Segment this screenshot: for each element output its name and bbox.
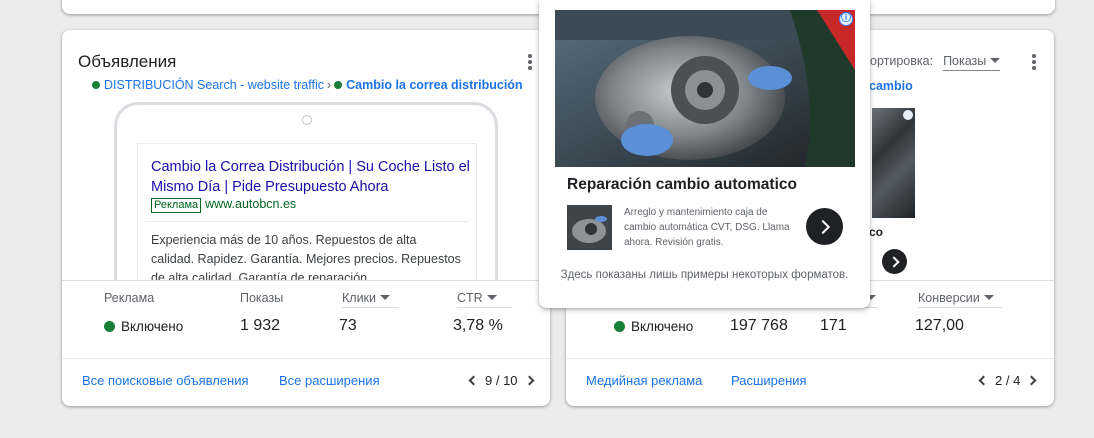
extensions-link[interactable]: Расширения	[731, 373, 807, 388]
breadcrumb-ad-group[interactable]: cambio	[869, 79, 913, 93]
conversions-value: 127,00	[915, 317, 964, 334]
status-value: Включено	[614, 319, 693, 334]
stat-header-conversions: Конверсии	[918, 291, 980, 305]
ads-card: Объявления DISTRIBUCIÓN Search - website…	[62, 30, 550, 406]
ad-hero-image: ⓘ	[555, 10, 855, 167]
prev-page-icon[interactable]	[468, 375, 479, 386]
sort-select[interactable]: Показы	[943, 54, 1001, 71]
status-dot-icon	[334, 81, 343, 89]
stat-header-clicks: Клики	[342, 291, 377, 305]
stat-header-clicks-select[interactable]: Клики	[342, 291, 398, 308]
dropdown-caret-icon	[990, 58, 1001, 63]
more-options-icon[interactable]	[1030, 54, 1038, 72]
info-icon[interactable]	[903, 110, 913, 120]
ad-url-row: Реклама www.autobcn.es	[151, 197, 296, 213]
status-label: Включено	[631, 319, 694, 334]
dropdown-caret-icon	[380, 295, 391, 300]
status-dot-icon	[92, 81, 100, 89]
status-dot-icon	[104, 321, 115, 332]
next-arrow-button[interactable]	[806, 208, 843, 245]
stat-header-impressions: Показы	[240, 291, 284, 305]
impressions-value: 197 768	[730, 317, 788, 334]
breadcrumb-separator: ›	[326, 78, 332, 92]
next-page-icon[interactable]	[524, 375, 534, 386]
breadcrumb-ad-group[interactable]: Cambio la correa distribución	[346, 78, 522, 92]
next-arrow-button[interactable]	[882, 249, 907, 274]
ad-preview-popup: ⓘ Reparación cambio automatico Arreglo y…	[539, 0, 870, 308]
all-search-ads-link[interactable]: Все поисковые объявления	[82, 373, 249, 388]
popup-note: Здесь показаны лишь примеры некоторых фо…	[560, 269, 849, 281]
card-footer: Медийная реклама Расширения 2 / 4	[566, 358, 1054, 406]
ad-headline[interactable]: Cambio la Correa Distribución | Su Coche…	[151, 157, 471, 197]
more-options-icon[interactable]	[526, 54, 534, 72]
stat-header-ad: Реклама	[104, 291, 155, 305]
display-ads-link[interactable]: Медийная реклама	[586, 373, 702, 388]
popup-ad-title[interactable]: Reparación cambio automatico	[567, 176, 797, 194]
card-title: Объявления	[78, 52, 177, 71]
status-dot-icon	[614, 321, 625, 332]
sort-control: ортировка: Показы	[870, 54, 1001, 71]
card-footer: Все поисковые объявления Все расширения …	[62, 358, 550, 406]
pager: 9 / 10	[468, 373, 534, 388]
status-value: Включено	[104, 319, 183, 334]
clicks-value: 171	[820, 317, 847, 334]
status-label: Включено	[121, 319, 184, 334]
ad-stats: Реклама Показы Клики CTR Включено 1 932 …	[62, 280, 550, 358]
sort-label: ортировка:	[870, 54, 934, 68]
ad-badge: Реклама	[151, 198, 202, 213]
breadcrumb: DISTRIBUCIÓN Search - website traffic › Ca…	[92, 78, 523, 92]
sort-value: Показы	[943, 54, 987, 68]
stat-header-ctr-select[interactable]: CTR	[457, 291, 512, 308]
prev-page-icon[interactable]	[978, 375, 989, 386]
breadcrumb-campaign[interactable]: DISTRIBUCIÓN Search - website traffic	[104, 78, 324, 92]
dropdown-caret-icon	[486, 295, 497, 300]
clicks-value: 73	[339, 317, 357, 334]
ad-title-fragment: co	[869, 225, 884, 239]
impressions-value: 1 932	[240, 317, 281, 334]
stat-header-conversions-select[interactable]: Конверсии	[918, 291, 1002, 308]
ad-display-url: www.autobcn.es	[205, 197, 297, 211]
stat-header-ctr: CTR	[457, 291, 483, 305]
info-icon[interactable]: ⓘ	[839, 12, 853, 26]
divider	[145, 221, 469, 222]
pager: 2 / 4	[978, 373, 1037, 388]
next-page-icon[interactable]	[1026, 375, 1037, 386]
ctr-value: 3,78 %	[453, 317, 503, 334]
ad-image-thumbnail	[872, 108, 915, 218]
popup-ad-description: Arreglo y mantenimiento caja de cambio a…	[624, 207, 790, 248]
pager-label: 9 / 10	[485, 373, 518, 388]
popup-ad-thumbnail	[567, 205, 612, 250]
dropdown-caret-icon	[983, 295, 994, 300]
all-extensions-link[interactable]: Все расширения	[279, 373, 380, 388]
pager-label: 2 / 4	[995, 373, 1021, 388]
phone-camera-icon	[302, 115, 312, 125]
